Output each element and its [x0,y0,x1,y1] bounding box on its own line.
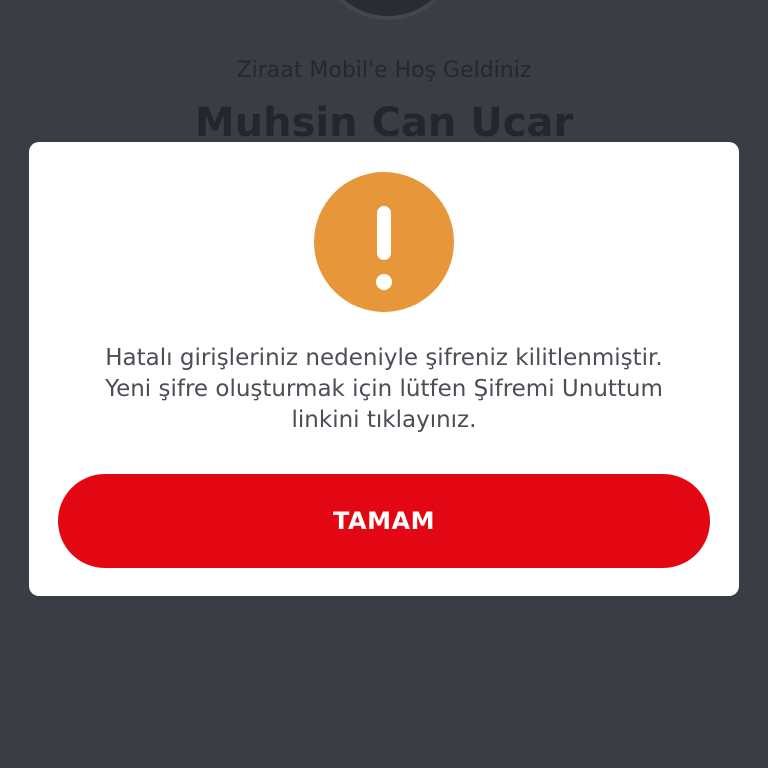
login-screen: Ziraat Mobil'e Hoş Geldiniz Muhsin Can U… [0,0,768,768]
alert-message-line: Hatalı girişleriniz nedeniyle şifreniz k… [105,345,663,371]
alert-message-line: linkini tıklayınız. [291,407,477,433]
alert-dialog: Hatalı girişleriniz nedeniyle şifreniz k… [29,142,739,596]
warning-exclamation-icon [314,172,454,312]
welcome-text: Ziraat Mobil'e Hoş Geldiniz [236,58,532,83]
ok-button[interactable]: TAMAM [58,474,710,568]
avatar [316,0,460,20]
user-name: Muhsin Can Ucar [194,100,574,146]
alert-message: Hatalı girişleriniz nedeniyle şifreniz k… [59,343,709,436]
exclamation-dot [376,274,392,290]
alert-message-line: Yeni şifre oluşturmak için lütfen Şifrem… [105,376,663,402]
exclamation-bar [377,206,391,260]
